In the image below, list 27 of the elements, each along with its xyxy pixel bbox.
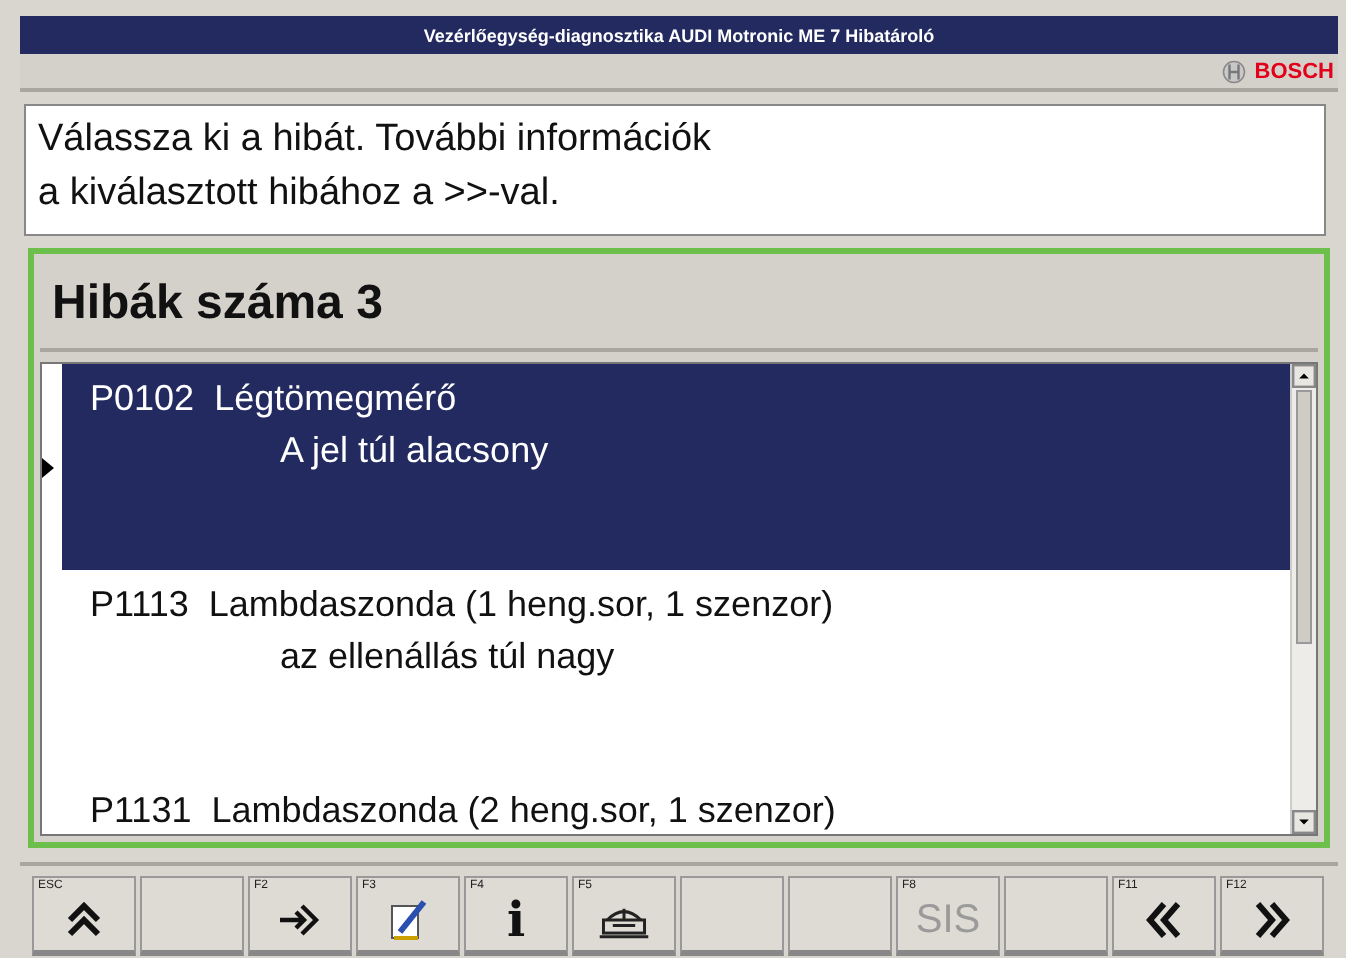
sis-label: SIS xyxy=(915,897,981,943)
fault-row[interactable]: P1131 Lambdaszonda (2 heng.sor, 1 szenzor) xyxy=(42,776,1290,834)
function-key-button[interactable] xyxy=(788,876,892,956)
info-glyph: i xyxy=(506,889,526,947)
instruction-text: Válassza ki a hibát. További információk xyxy=(38,116,714,164)
window-title: Vezérlőegység-diagnosztika AUDI Motronic ME 7 Hibatároló xyxy=(423,25,935,45)
scroll-up-icon[interactable] xyxy=(1292,364,1316,388)
instruction-text: a kiválasztott hibához a >>-val. xyxy=(38,170,562,218)
function-key-button[interactable] xyxy=(140,876,244,956)
bosch-armature-icon xyxy=(1222,59,1247,83)
row-pointer-icon xyxy=(42,457,54,477)
scroll-bar[interactable] xyxy=(1290,364,1316,834)
fault-detail: A jel túl alacsony xyxy=(278,428,549,474)
brand-logo-text: BOSCH xyxy=(1254,59,1334,83)
fault-name: Légtömegmérő xyxy=(214,376,457,422)
fault-name: Lambdaszonda (1 heng.sor, 1 szenzor) xyxy=(208,582,834,628)
function-key-button[interactable] xyxy=(680,876,784,956)
fault-detail: az ellenállás túl nagy xyxy=(278,634,617,680)
fault-row[interactable]: P0102 Légtömegmérő A jel túl alacsony xyxy=(42,364,1290,570)
function-key-button[interactable] xyxy=(1004,876,1108,956)
fault-name: Lambdaszonda (2 heng.sor, 1 szenzor) xyxy=(211,788,836,834)
fault-code: P1131 xyxy=(90,788,192,834)
fault-row[interactable]: P1113 Lambdaszonda (1 heng.sor, 1 szenzor) az ellenállás túl nagy xyxy=(42,570,1290,776)
fault-code: P1113 xyxy=(90,582,189,628)
faults-heading: Hibák száma 3 xyxy=(52,276,383,332)
scroll-down-icon[interactable] xyxy=(1292,810,1316,834)
fault-code: P0102 xyxy=(90,376,195,422)
